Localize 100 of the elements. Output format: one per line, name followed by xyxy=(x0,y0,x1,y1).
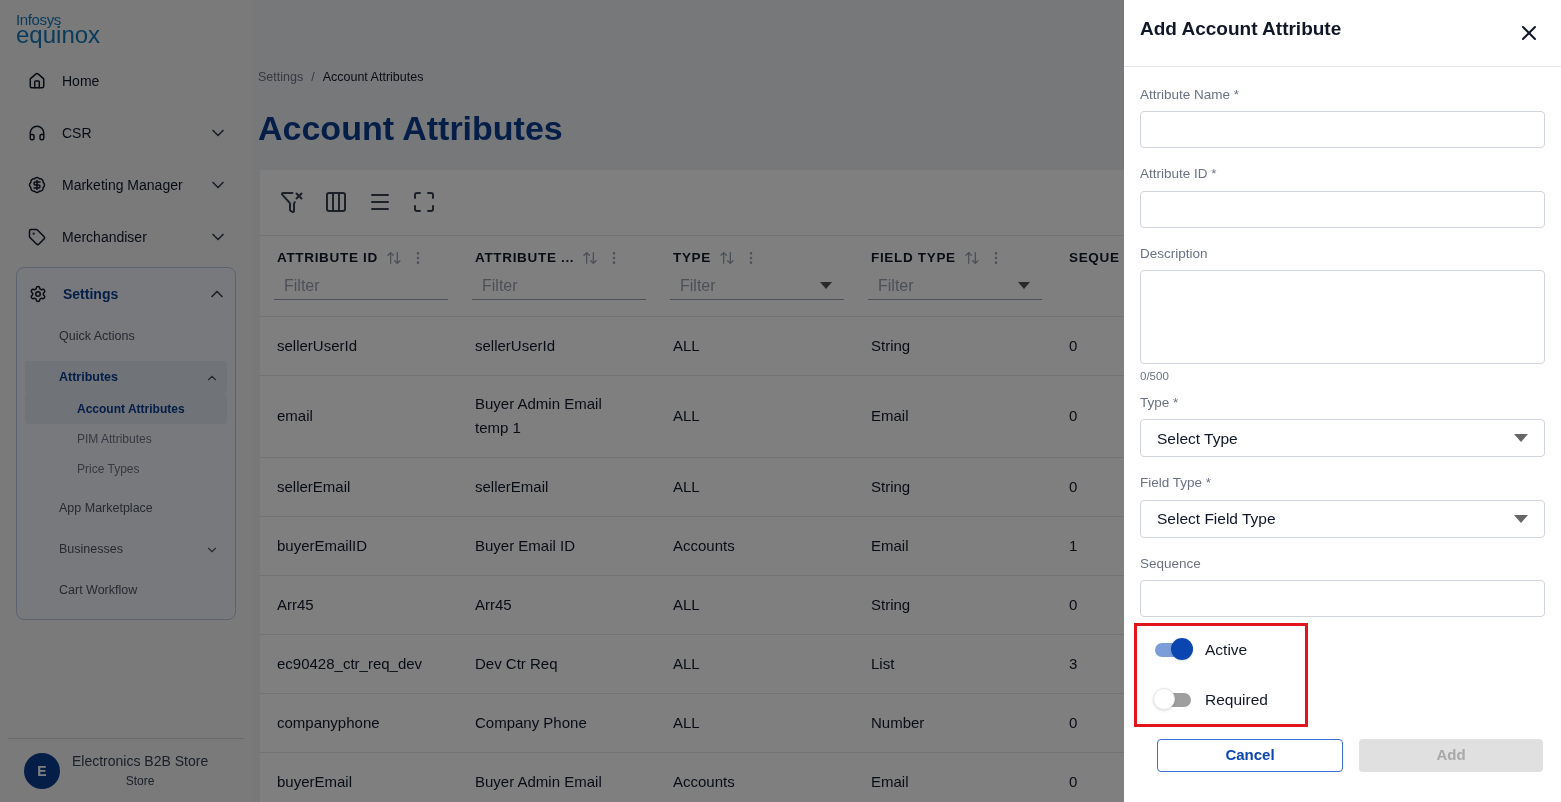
breadcrumb-separator: / xyxy=(311,69,315,86)
field-label: Description xyxy=(1140,244,1208,263)
sidebar-subitem[interactable]: Cart Workflow xyxy=(25,574,227,607)
table-cell-text: Accounts xyxy=(672,771,736,792)
sort-icon[interactable] xyxy=(582,249,599,266)
table-cell-text: sellerUserId xyxy=(276,335,359,356)
table-cell-text: Arr45 xyxy=(474,594,513,615)
dropdown-icon xyxy=(820,282,832,289)
store-role: Store xyxy=(125,773,155,790)
sidebar-subitem[interactable]: Price Types xyxy=(25,454,227,484)
table-cell-text: ALL xyxy=(672,653,701,674)
sidebar-subitem[interactable]: PIM Attributes xyxy=(25,424,227,454)
sidebar-subitem[interactable]: Account Attributes xyxy=(25,394,227,424)
fullscreen-icon[interactable] xyxy=(412,190,436,215)
table-cell-text: Email xyxy=(870,771,910,792)
toggle-label: Required xyxy=(1205,690,1268,711)
column-header[interactable]: ATTRIBUTE ... xyxy=(475,247,575,268)
table-cell-text: companyphone xyxy=(276,712,381,733)
input-field[interactable] xyxy=(1140,190,1545,228)
table-cell-text: Arr45 xyxy=(276,594,315,615)
toggle-label: Active xyxy=(1205,640,1248,661)
dropdown-icon xyxy=(1514,514,1528,523)
select-field[interactable]: Select Field Type xyxy=(1140,499,1545,538)
table-cell-text: 3 xyxy=(1068,653,1079,674)
description-field[interactable] xyxy=(1140,269,1545,364)
table-cell-text: Company Phone xyxy=(474,712,588,733)
table-cell-text: ALL xyxy=(672,594,701,615)
field-label: Field Type * xyxy=(1140,474,1212,493)
table-cell-text: 0 xyxy=(1068,406,1079,427)
input-field[interactable] xyxy=(1140,579,1545,617)
table-cell-text: 0 xyxy=(1068,476,1079,497)
table-cell-text: 0 xyxy=(1068,594,1079,615)
sidebar-subitem[interactable]: App Marketplace xyxy=(25,492,227,525)
settings-icon xyxy=(29,285,47,303)
dollar-icon xyxy=(28,176,46,194)
column-header[interactable]: TYPE xyxy=(673,247,711,268)
character-counter: 0/500 xyxy=(1140,368,1169,384)
table-cell-text: List xyxy=(870,653,896,674)
table-cell-text: sellerEmail xyxy=(276,476,352,497)
sidebar-subitem[interactable]: Businesses xyxy=(25,533,227,566)
column-header[interactable]: ATTRIBUTE ID xyxy=(277,247,378,268)
table-cell-text: Email xyxy=(870,406,910,427)
table-cell-text: String xyxy=(870,335,912,356)
drawer-title: Add Account Attribute xyxy=(1140,16,1342,41)
field-label: Sequence xyxy=(1140,554,1201,573)
page-title: Account Attributes xyxy=(258,107,563,149)
input-field[interactable] xyxy=(1140,111,1545,149)
table-cell-text: ALL xyxy=(672,335,701,356)
table-cell-text: 1 xyxy=(1068,535,1079,556)
field-label: Attribute Name * xyxy=(1140,86,1240,104)
home-icon xyxy=(28,72,46,90)
sidebar-item[interactable]: Settings xyxy=(17,268,235,320)
sidebar-subitem[interactable]: Attributes xyxy=(25,361,227,394)
store-avatar: E xyxy=(24,752,60,789)
table-cell-text: buyerEmail xyxy=(276,771,354,792)
table-cell-text: email xyxy=(276,406,314,427)
clear-filter-icon[interactable] xyxy=(280,190,304,215)
store-name: Electronics B2B Store xyxy=(72,752,209,771)
table-cell-text: Accounts xyxy=(672,535,736,556)
toggle-switch[interactable] xyxy=(1153,637,1193,662)
table-cell-text: String xyxy=(870,476,912,497)
table-cell-text: Number xyxy=(870,712,926,733)
toggle-switch[interactable] xyxy=(1153,687,1193,712)
select-field[interactable]: Select Type xyxy=(1140,419,1545,458)
field-label: Attribute ID * xyxy=(1140,165,1217,184)
table-cell-text: sellerUserId xyxy=(474,335,557,356)
sidebar-item[interactable]: CSR xyxy=(16,107,236,159)
table-cell-text: String xyxy=(870,594,912,615)
table-cell-text: ALL xyxy=(672,406,701,427)
columns-icon[interactable] xyxy=(324,190,348,215)
sort-icon[interactable] xyxy=(718,249,735,266)
sidebar-subitem[interactable]: Quick Actions xyxy=(25,320,227,353)
sidebar-item[interactable]: Home xyxy=(16,55,236,107)
column-header[interactable]: FIELD TYPE xyxy=(871,247,956,268)
table-cell-text: sellerEmail xyxy=(474,476,550,497)
table-cell-text: Buyer Admin Email temp 1 xyxy=(474,394,603,439)
table-cell-text: Buyer Admin Email xyxy=(474,771,603,792)
column-header[interactable]: SEQUE xyxy=(1069,247,1120,268)
dropdown-icon xyxy=(1514,434,1528,443)
cancel-button[interactable]: Cancel xyxy=(1157,738,1343,772)
table-cell-text: 0 xyxy=(1068,335,1079,356)
table-cell-text: 0 xyxy=(1068,712,1079,733)
table-cell-text: Dev Ctr Req xyxy=(474,653,559,674)
sort-icon[interactable] xyxy=(385,249,402,266)
field-label: Type * xyxy=(1140,394,1179,412)
table-cell-text: ALL xyxy=(672,476,701,497)
breadcrumb-item[interactable]: Settings xyxy=(258,68,304,87)
tag-icon xyxy=(28,228,46,246)
sidebar-item[interactable]: Merchandiser xyxy=(16,211,236,263)
backdrop-overlay[interactable] xyxy=(0,0,1124,802)
sort-icon[interactable] xyxy=(963,249,980,266)
headphones-icon xyxy=(28,124,46,142)
breadcrumb-item: Account Attributes xyxy=(322,69,424,86)
table-cell-text: 0 xyxy=(1068,771,1079,792)
table-cell-text: ec90428_ctr_req_dev xyxy=(276,653,424,674)
table-cell-text: buyerEmailID xyxy=(276,535,369,556)
dropdown-icon xyxy=(1018,282,1030,289)
table-cell-text: Email xyxy=(870,535,910,556)
sidebar-item[interactable]: Marketing Manager xyxy=(16,159,236,211)
table-cell-text: ALL xyxy=(672,712,701,733)
